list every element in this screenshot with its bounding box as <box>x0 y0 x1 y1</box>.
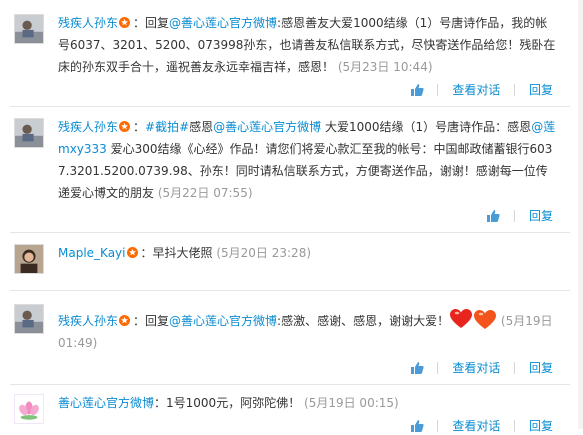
star-badge-icon <box>119 315 131 326</box>
comment-actions: 回复 <box>486 206 553 224</box>
avatar[interactable] <box>14 244 44 274</box>
divider <box>437 361 439 374</box>
username-link[interactable]: 残疾人孙东 <box>58 120 118 134</box>
comment-text: ：早抖大佬照 <box>140 246 213 260</box>
comment-actions: 查看对话 回复 <box>410 416 553 434</box>
thumbs-up-icon[interactable] <box>410 419 424 433</box>
comment-actions: 查看对话 回复 <box>410 80 553 98</box>
comment-text: ： <box>133 120 146 134</box>
reply-link[interactable]: 回复 <box>529 359 553 377</box>
comment-body: 残疾人孙东 ：回复@善心莲心官方微博:感激、感谢、感恩，谢谢大爱！ (5月19日 … <box>58 308 558 354</box>
timestamp: (5月23日 10:44) <box>337 60 433 74</box>
star-badge-icon <box>119 121 131 132</box>
comment-actions: 查看对话 回复 <box>410 358 553 376</box>
reply-link[interactable]: 回复 <box>529 81 553 99</box>
reply-link[interactable]: 回复 <box>529 207 553 225</box>
thumbs-up-icon[interactable] <box>486 209 500 223</box>
comment-body: 残疾人孙东 ：#截拍#感恩@善心莲心官方微博 大爱1000结缘（1）号唐诗作品：感… <box>58 116 558 204</box>
comment-text: 感恩 <box>189 120 214 134</box>
comment-text: ：回复 <box>133 16 170 30</box>
star-badge-icon <box>126 247 138 258</box>
thumbs-up-icon[interactable] <box>410 361 424 375</box>
username-link[interactable]: 残疾人孙东 <box>58 16 118 30</box>
mention-link[interactable]: @善心莲心官方微博 <box>169 16 277 30</box>
divider <box>437 83 439 96</box>
divider <box>514 361 516 374</box>
thumbs-up-icon[interactable] <box>410 83 424 97</box>
mention-link[interactable]: @善心莲心官方微博 <box>169 314 277 328</box>
avatar[interactable] <box>14 304 44 334</box>
comment-text: ：1号1000元，阿弥陀佛！ <box>154 396 301 410</box>
comment-separator <box>10 290 570 291</box>
topic-link[interactable]: #截拍# <box>145 120 189 134</box>
mention-link[interactable]: @善心莲心官方微博 <box>213 120 321 134</box>
comment-separator <box>10 106 570 107</box>
view-conversation-link[interactable]: 查看对话 <box>452 417 500 435</box>
comment-text: ：回复 <box>133 314 170 328</box>
avatar[interactable] <box>14 118 44 148</box>
double-heart-icon <box>449 308 497 330</box>
comment-separator <box>10 232 570 233</box>
view-conversation-link[interactable]: 查看对话 <box>452 359 500 377</box>
username-link[interactable]: 残疾人孙东 <box>58 314 118 328</box>
avatar[interactable] <box>14 14 44 44</box>
timestamp: (5月20日 23:28) <box>216 246 312 260</box>
scrollbar[interactable] <box>578 0 583 429</box>
username-link[interactable]: Maple_Kayi <box>58 246 126 260</box>
comment-body: 残疾人孙东 ：回复@善心莲心官方微博:感恩善友大爱1000结缘（1）号唐诗作品，我… <box>58 12 558 78</box>
divider <box>514 209 516 222</box>
comment-text: :感激、感谢、感恩，谢谢大爱！ <box>277 314 450 328</box>
view-conversation-link[interactable]: 查看对话 <box>452 81 500 99</box>
timestamp: (5月22日 07:55) <box>157 186 253 200</box>
divider <box>514 419 516 432</box>
username-link[interactable]: 善心莲心官方微博 <box>58 396 154 410</box>
reply-link[interactable]: 回复 <box>529 417 553 435</box>
comment-text: 爱心300结缘《心经》作品！请您们将爱心款汇至我的帐号：中国邮政储蓄银行6037… <box>58 142 553 200</box>
comment-separator <box>10 384 570 385</box>
star-badge-icon <box>119 17 131 28</box>
timestamp: (5月19日 00:15) <box>304 396 399 410</box>
avatar[interactable] <box>14 394 44 424</box>
comment-text: 大爱1000结缘（1）号唐诗作品：感恩 <box>321 120 532 134</box>
comment-body: 善心莲心官方微博：1号1000元，阿弥陀佛！ (5月19日 00:15) <box>58 392 558 414</box>
divider <box>514 83 516 96</box>
comment-body: Maple_Kayi ：早抖大佬照 (5月20日 23:28) <box>58 242 558 264</box>
divider <box>437 419 439 432</box>
